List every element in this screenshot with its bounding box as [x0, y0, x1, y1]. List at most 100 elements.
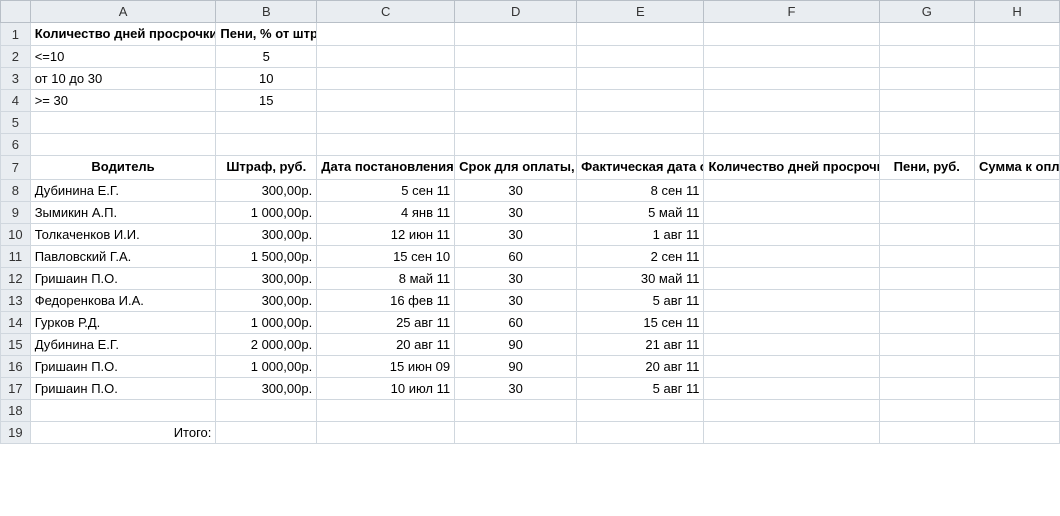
cell-E9[interactable]: 5 май 11: [577, 201, 704, 223]
row-header[interactable]: 14: [1, 311, 31, 333]
cell-G8[interactable]: [879, 179, 975, 201]
cell-A7[interactable]: Водитель: [30, 156, 216, 179]
cell-E19[interactable]: [577, 421, 704, 443]
cell-F11[interactable]: [704, 245, 879, 267]
cell-B5[interactable]: [216, 112, 317, 134]
cell-E13[interactable]: 5 авг 11: [577, 289, 704, 311]
col-header-E[interactable]: E: [577, 1, 704, 23]
cell-H4[interactable]: [975, 90, 1060, 112]
cell-A14[interactable]: Гурков Р.Д.: [30, 311, 216, 333]
cell-A15[interactable]: Дубинина Е.Г.: [30, 333, 216, 355]
row-header[interactable]: 4: [1, 90, 31, 112]
cell-B2[interactable]: 5: [216, 46, 317, 68]
cell-H11[interactable]: [975, 245, 1060, 267]
cell-E10[interactable]: 1 авг 11: [577, 223, 704, 245]
row-header[interactable]: 9: [1, 201, 31, 223]
cell-C10[interactable]: 12 июн 11: [317, 223, 455, 245]
cell-F15[interactable]: [704, 333, 879, 355]
cell-B14[interactable]: 1 000,00р.: [216, 311, 317, 333]
cell-A19[interactable]: Итого:: [30, 421, 216, 443]
cell-D7[interactable]: Срок для оплаты, дней: [455, 156, 577, 179]
cell-B4[interactable]: 15: [216, 90, 317, 112]
row-header[interactable]: 1: [1, 23, 31, 46]
cell-C2[interactable]: [317, 46, 455, 68]
cell-C11[interactable]: 15 сен 10: [317, 245, 455, 267]
cell-H12[interactable]: [975, 267, 1060, 289]
cell-F10[interactable]: [704, 223, 879, 245]
cell-C6[interactable]: [317, 134, 455, 156]
cell-D13[interactable]: 30: [455, 289, 577, 311]
row-header[interactable]: 16: [1, 355, 31, 377]
cell-B17[interactable]: 300,00р.: [216, 377, 317, 399]
row-header[interactable]: 12: [1, 267, 31, 289]
cell-G9[interactable]: [879, 201, 975, 223]
cell-E18[interactable]: [577, 399, 704, 421]
cell-A8[interactable]: Дубинина Е.Г.: [30, 179, 216, 201]
cell-G4[interactable]: [879, 90, 975, 112]
cell-F14[interactable]: [704, 311, 879, 333]
row-header[interactable]: 3: [1, 68, 31, 90]
col-header-A[interactable]: A: [30, 1, 216, 23]
cell-B16[interactable]: 1 000,00р.: [216, 355, 317, 377]
cell-G7[interactable]: Пени, руб.: [879, 156, 975, 179]
cell-C18[interactable]: [317, 399, 455, 421]
cell-C15[interactable]: 20 авг 11: [317, 333, 455, 355]
cell-H7[interactable]: Сумма к оплате: [975, 156, 1060, 179]
cell-D14[interactable]: 60: [455, 311, 577, 333]
cell-B18[interactable]: [216, 399, 317, 421]
row-header[interactable]: 17: [1, 377, 31, 399]
cell-G5[interactable]: [879, 112, 975, 134]
cell-D10[interactable]: 30: [455, 223, 577, 245]
cell-G3[interactable]: [879, 68, 975, 90]
cell-G14[interactable]: [879, 311, 975, 333]
cell-C9[interactable]: 4 янв 11: [317, 201, 455, 223]
cell-C17[interactable]: 10 июл 11: [317, 377, 455, 399]
cell-D4[interactable]: [455, 90, 577, 112]
cell-C3[interactable]: [317, 68, 455, 90]
cell-F3[interactable]: [704, 68, 879, 90]
col-header-F[interactable]: F: [704, 1, 879, 23]
cell-F17[interactable]: [704, 377, 879, 399]
cell-B10[interactable]: 300,00р.: [216, 223, 317, 245]
spreadsheet[interactable]: A B C D E F G H 1Количество дней просроч…: [0, 0, 1060, 444]
cell-F2[interactable]: [704, 46, 879, 68]
cell-F8[interactable]: [704, 179, 879, 201]
cell-E16[interactable]: 20 авг 11: [577, 355, 704, 377]
cell-G16[interactable]: [879, 355, 975, 377]
cell-C7[interactable]: Дата постановления: [317, 156, 455, 179]
cell-H13[interactable]: [975, 289, 1060, 311]
cell-A2[interactable]: <=10: [30, 46, 216, 68]
cell-A18[interactable]: [30, 399, 216, 421]
cell-G15[interactable]: [879, 333, 975, 355]
corner-cell[interactable]: [1, 1, 31, 23]
cell-A16[interactable]: Гришаин П.О.: [30, 355, 216, 377]
cell-E4[interactable]: [577, 90, 704, 112]
row-header[interactable]: 2: [1, 46, 31, 68]
cell-C19[interactable]: [317, 421, 455, 443]
cell-D16[interactable]: 90: [455, 355, 577, 377]
cell-G13[interactable]: [879, 289, 975, 311]
cell-H10[interactable]: [975, 223, 1060, 245]
cell-D5[interactable]: [455, 112, 577, 134]
cell-E3[interactable]: [577, 68, 704, 90]
cell-H18[interactable]: [975, 399, 1060, 421]
cell-B7[interactable]: Штраф, руб.: [216, 156, 317, 179]
cell-B8[interactable]: 300,00р.: [216, 179, 317, 201]
cell-D1[interactable]: [455, 23, 577, 46]
col-header-C[interactable]: C: [317, 1, 455, 23]
cell-A12[interactable]: Гришаин П.О.: [30, 267, 216, 289]
cell-F9[interactable]: [704, 201, 879, 223]
cell-H6[interactable]: [975, 134, 1060, 156]
cell-H9[interactable]: [975, 201, 1060, 223]
cell-B15[interactable]: 2 000,00р.: [216, 333, 317, 355]
cell-G10[interactable]: [879, 223, 975, 245]
cell-D17[interactable]: 30: [455, 377, 577, 399]
row-header[interactable]: 5: [1, 112, 31, 134]
cell-G2[interactable]: [879, 46, 975, 68]
cell-B1[interactable]: Пени, % от штрафа: [216, 23, 317, 46]
cell-C4[interactable]: [317, 90, 455, 112]
cell-A5[interactable]: [30, 112, 216, 134]
cell-D15[interactable]: 90: [455, 333, 577, 355]
cell-F16[interactable]: [704, 355, 879, 377]
row-header[interactable]: 13: [1, 289, 31, 311]
